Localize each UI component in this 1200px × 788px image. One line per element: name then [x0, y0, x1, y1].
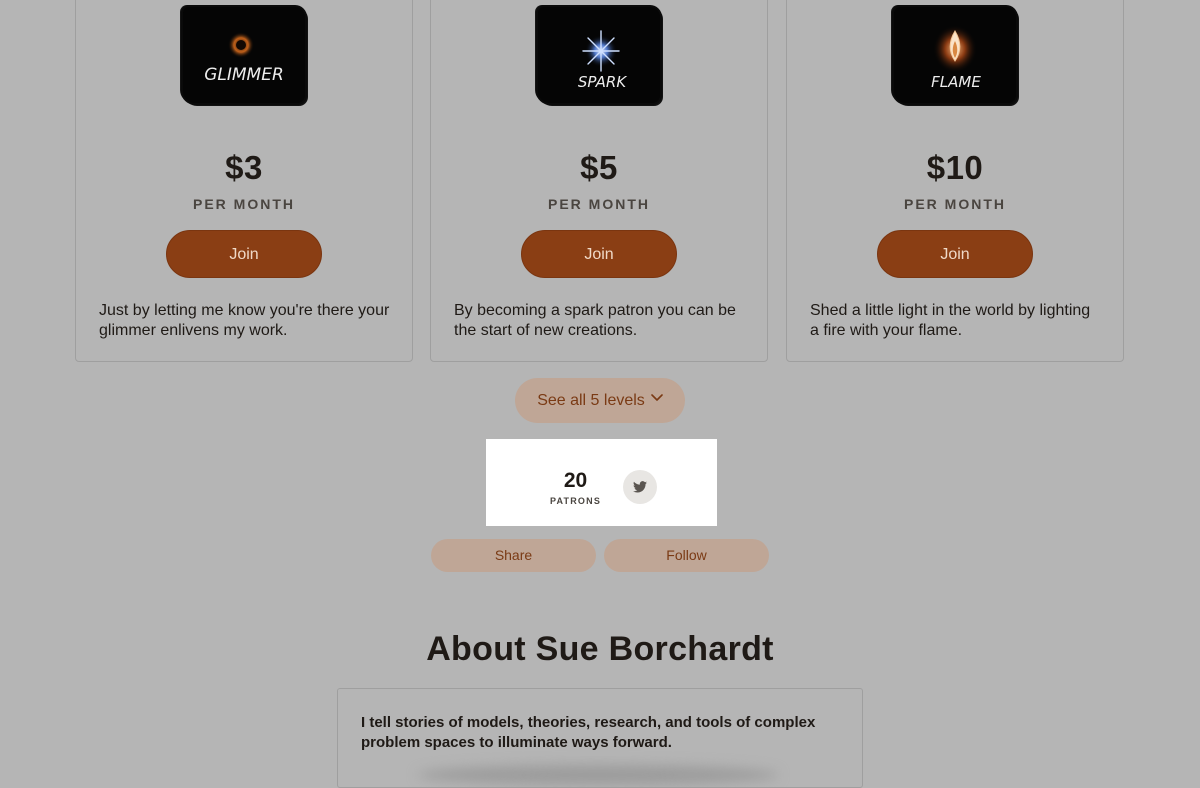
- tier-card-glimmer: GLIMMER $3 PER MONTH Join Just by lettin…: [75, 0, 413, 362]
- spark-image-text: SPARK: [578, 73, 628, 91]
- chevron-down-icon: [651, 375, 663, 420]
- flame-tier-image: FLAME: [894, 7, 1016, 103]
- about-title: About Sue Borchardt: [426, 630, 774, 668]
- tier-description: Shed a little light in the world by ligh…: [810, 302, 1091, 339]
- about-text: I tell stories of models, theories, rese…: [361, 714, 816, 751]
- glimmer-image-text: GLIMMER: [204, 65, 284, 85]
- tier-description: Just by letting me know you're there you…: [99, 302, 390, 339]
- tier-card-spark: SPARK $5 PER MONTH Join By becoming a sp…: [430, 0, 768, 362]
- patron-count: 20: [563, 469, 588, 492]
- patron-label: PATRONS: [549, 496, 602, 506]
- tier-period: PER MONTH: [193, 196, 295, 212]
- tier-price: $3: [225, 149, 263, 186]
- tier-description: By becoming a spark patron you can be th…: [454, 302, 736, 339]
- patrons-summary: 20 PATRONS: [486, 439, 717, 526]
- tier-price: $5: [580, 149, 618, 186]
- tier-period: PER MONTH: [548, 196, 650, 212]
- flame-image-text: FLAME: [931, 73, 981, 91]
- about-card: I tell stories of models, theories, rese…: [337, 688, 863, 788]
- about-media-shadow: [418, 765, 778, 785]
- tier-period: PER MONTH: [904, 196, 1006, 212]
- spark-tier-image: SPARK: [538, 7, 660, 103]
- tier-card-flame: FLAME $10 PER MONTH Join Shed a little l…: [786, 0, 1124, 362]
- glimmer-tier-image: GLIMMER: [183, 7, 305, 103]
- join-button-glimmer[interactable]: Join: [166, 230, 322, 278]
- follow-button[interactable]: Follow: [604, 539, 769, 572]
- share-button[interactable]: Share: [431, 539, 596, 572]
- join-button-spark[interactable]: Join: [521, 230, 677, 278]
- twitter-share-button[interactable]: [623, 470, 657, 504]
- join-button-flame[interactable]: Join: [877, 230, 1033, 278]
- see-all-levels-label: See all 5 levels: [537, 392, 645, 409]
- tier-price: $10: [926, 149, 984, 186]
- twitter-icon: [633, 481, 647, 493]
- see-all-levels-button[interactable]: See all 5 levels: [515, 378, 685, 423]
